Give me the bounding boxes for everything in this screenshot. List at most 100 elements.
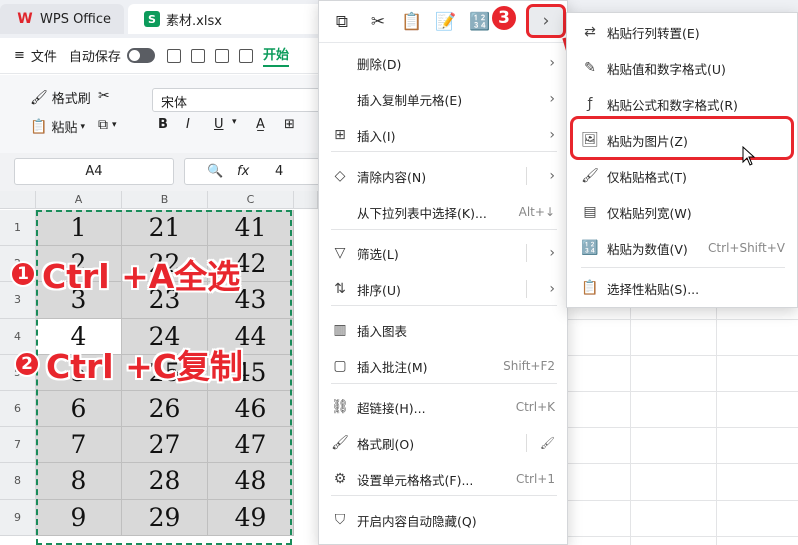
paste-submenu-item[interactable]: 🖌 仅粘贴格式(T) bbox=[567, 158, 798, 194]
strikethrough-icon[interactable]: A̲ bbox=[256, 117, 265, 132]
table-cell[interactable]: 49 bbox=[208, 499, 294, 536]
tab-wps-office-label: WPS Office bbox=[40, 11, 112, 27]
column-header[interactable]: B bbox=[122, 191, 208, 209]
copy-icon[interactable]: ⧉ bbox=[331, 11, 353, 33]
zoom-icon: 🔍 bbox=[207, 164, 224, 179]
paste-submenu-item-label: 粘贴值和数字格式(U) bbox=[607, 61, 726, 77]
border-icon[interactable]: ⊞ bbox=[284, 117, 295, 132]
context-menu-item[interactable]: ⚙ 设置单元格格式(F)... Ctrl+1 bbox=[319, 461, 569, 497]
tab-start[interactable]: 开始 bbox=[262, 44, 289, 67]
context-menu-item[interactable]: ⇅ 排序(U) › bbox=[319, 271, 569, 307]
paste-submenu-item[interactable]: 🔢 粘贴为数值(V) Ctrl+Shift+V bbox=[567, 230, 798, 266]
table-cell[interactable]: 1 bbox=[36, 210, 122, 247]
underline-dropdown-icon[interactable]: ▾ bbox=[232, 117, 237, 127]
divider bbox=[331, 151, 557, 152]
paste-submenu-item[interactable]: ▤ 仅粘贴列宽(W) bbox=[567, 194, 798, 230]
tab-wps-office[interactable]: W WPS Office bbox=[0, 4, 124, 34]
table-cell[interactable]: 41 bbox=[208, 210, 294, 247]
context-menu-item[interactable]: 从下拉列表中选择(K)... Alt+↓ bbox=[319, 194, 569, 230]
table-cell[interactable]: 26 bbox=[122, 391, 208, 428]
table-cell[interactable]: 48 bbox=[208, 463, 294, 500]
row-header[interactable]: 7 bbox=[0, 427, 36, 464]
table-cell[interactable]: 8 bbox=[36, 463, 122, 500]
table-cell[interactable]: 29 bbox=[122, 499, 208, 536]
autosave-toggle[interactable]: 自动保存 bbox=[69, 46, 155, 65]
settings-icon: ⚙ bbox=[333, 471, 347, 487]
table-cell[interactable]: 28 bbox=[122, 463, 208, 500]
select-all-corner[interactable] bbox=[0, 191, 36, 209]
save-icon[interactable] bbox=[166, 48, 181, 63]
scissors-icon[interactable]: ✂ bbox=[367, 11, 389, 33]
paste-submenu-item[interactable]: 🖼 粘贴为图片(Z) bbox=[567, 122, 798, 158]
step1-annotation: 1 Ctrl +A全选 bbox=[10, 250, 240, 298]
cut-button[interactable]: ✂ bbox=[98, 88, 114, 104]
paste-icon[interactable]: 📋 bbox=[401, 11, 423, 33]
font-name-select[interactable]: 宋体 ▾ bbox=[152, 88, 330, 112]
step1-badge: 1 bbox=[10, 261, 36, 287]
name-box[interactable]: A4 bbox=[14, 158, 174, 185]
divider bbox=[331, 229, 557, 230]
brush-icon[interactable]: 🖌 bbox=[540, 436, 555, 450]
table-cell[interactable]: 9 bbox=[36, 499, 122, 536]
underline-button[interactable]: U bbox=[214, 117, 224, 132]
clipboard-icon: 📋 bbox=[30, 118, 48, 135]
context-menu-item[interactable]: ▢ 插入批注(M) Shift+F2 bbox=[319, 348, 569, 384]
paste-submenu-item[interactable]: ƒ 粘贴公式和数字格式(R) bbox=[567, 86, 798, 122]
tab-file[interactable]: S 素材.xlsx bbox=[128, 4, 324, 34]
table-cell[interactable]: 27 bbox=[122, 427, 208, 464]
column-header[interactable]: A bbox=[36, 191, 122, 209]
paste-submenu-item[interactable]: 📋 选择性粘贴(S)... bbox=[567, 270, 798, 306]
paste-format-icon[interactable]: 📝 bbox=[435, 11, 457, 33]
column-header[interactable] bbox=[294, 191, 318, 209]
context-menu-item[interactable]: 删除(D) › bbox=[319, 45, 569, 81]
context-menu-item[interactable]: 🖌 格式刷(O) 🖌 bbox=[319, 425, 569, 461]
context-menu-item-label: 筛选(L) bbox=[357, 246, 399, 262]
copy-button[interactable]: ⧉ ▾ bbox=[98, 117, 117, 133]
hamburger-icon: ≡ bbox=[14, 48, 25, 63]
picture-icon: 🖼 bbox=[581, 132, 599, 148]
context-menu-item[interactable]: ▽ 筛选(L) › bbox=[319, 235, 569, 271]
context-menu-item[interactable]: ⊞ 插入(I) › bbox=[319, 117, 569, 153]
context-menu-item[interactable]: ◇ 清除内容(N) › bbox=[319, 158, 569, 194]
shield-icon: ⛉ bbox=[334, 512, 346, 528]
bold-button[interactable]: B bbox=[158, 117, 168, 132]
row-header[interactable]: 1 bbox=[0, 210, 36, 247]
paste-submenu-item[interactable]: ✎ 粘贴值和数字格式(U) bbox=[567, 50, 798, 86]
table-cell[interactable]: 6 bbox=[36, 391, 122, 428]
paste-button[interactable]: 📋 粘贴 ▾ bbox=[30, 117, 85, 137]
formula-input[interactable]: 🔍 fx 4 bbox=[184, 158, 334, 185]
format-painter-button[interactable]: 🖌 格式刷 bbox=[30, 88, 91, 108]
table-cell[interactable]: 47 bbox=[208, 427, 294, 464]
link-icon: ⛓ bbox=[331, 399, 349, 415]
row-header[interactable]: 9 bbox=[0, 499, 36, 536]
context-menu-item[interactable]: ⛓ 超链接(H)... Ctrl+K bbox=[319, 389, 569, 425]
context-menu-item[interactable]: ⛉ 开启内容自动隐藏(Q) bbox=[319, 502, 569, 538]
scissors-icon: ✂ bbox=[98, 88, 110, 104]
document-icon[interactable] bbox=[190, 48, 205, 63]
paste-values-icon[interactable]: 🔢 bbox=[469, 11, 491, 33]
row-header[interactable]: 8 bbox=[0, 463, 36, 500]
search-doc-icon[interactable] bbox=[214, 48, 229, 63]
italic-button[interactable]: I bbox=[186, 117, 190, 132]
print-icon[interactable] bbox=[238, 48, 253, 63]
step2-text: Ctrl +C复制 bbox=[46, 347, 243, 386]
column-header[interactable]: C bbox=[208, 191, 294, 209]
file-menu[interactable]: ≡ 文件 bbox=[14, 46, 57, 65]
shortcut-label: Shift+F2 bbox=[503, 359, 555, 373]
formula-value: 4 bbox=[275, 164, 284, 179]
shortcut-label: Ctrl+Shift+V bbox=[708, 241, 785, 255]
context-menu-item[interactable]: ▥ 插入图表 bbox=[319, 312, 569, 348]
gridline bbox=[568, 354, 798, 356]
context-menu-item[interactable]: 插入复制单元格(E) › bbox=[319, 81, 569, 117]
gridline bbox=[568, 463, 798, 465]
chevron-right-icon: › bbox=[549, 55, 555, 71]
expand-paste-options-button[interactable]: › bbox=[526, 4, 566, 38]
context-menu-item-label: 插入图表 bbox=[357, 323, 408, 339]
paste-submenu-item[interactable]: ⇄ 粘贴行列转置(E) bbox=[567, 14, 798, 50]
table-cell[interactable]: 7 bbox=[36, 427, 122, 464]
toggle-switch-icon bbox=[126, 48, 155, 63]
divider bbox=[526, 434, 527, 452]
table-cell[interactable]: 46 bbox=[208, 391, 294, 428]
row-header[interactable]: 6 bbox=[0, 391, 36, 428]
table-cell[interactable]: 21 bbox=[122, 210, 208, 247]
